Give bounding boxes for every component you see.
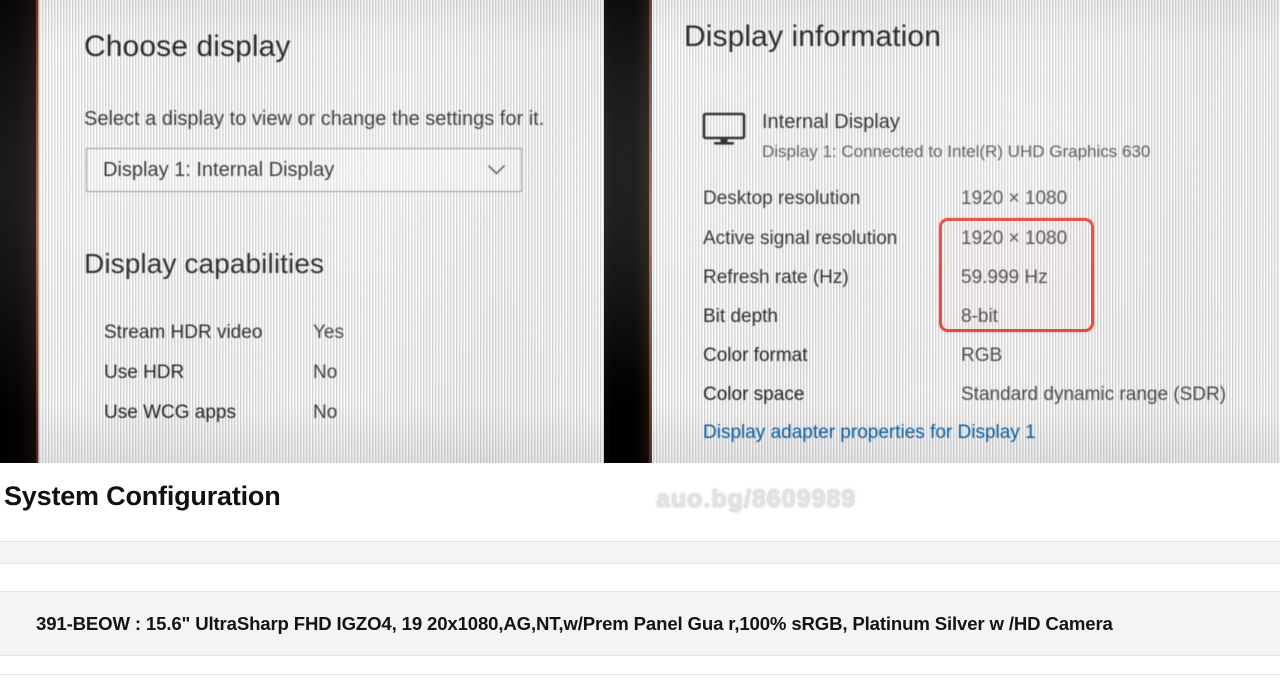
info-label-color-space: Color space	[703, 384, 805, 405]
info-label-refresh-rate: Refresh rate (Hz)	[703, 267, 849, 288]
info-value-color-format: RGB	[961, 345, 1003, 366]
page-title: System Configuration	[4, 481, 281, 511]
capability-value-stream-hdr-video: Yes	[313, 322, 344, 343]
table-row: 391-BEOW : 15.6" UltraSharp FHD IGZO4, 1…	[0, 591, 1280, 656]
capability-value-use-hdr: No	[313, 362, 338, 383]
spec-row-text: 391-BEOW : 15.6" UltraSharp FHD IGZO4, 1…	[36, 612, 1113, 634]
display-capabilities-title: Display capabilities	[84, 248, 325, 279]
capability-label-stream-hdr-video: Stream HDR video	[104, 322, 263, 343]
bezel-left	[0, 0, 38, 463]
system-configuration-section: System Configuration auo.bg/8609989 391-…	[0, 463, 1280, 684]
red-highlight-annotation	[939, 218, 1094, 332]
spec-band-empty	[0, 541, 1280, 564]
choose-display-subtitle: Select a display to view or change the s…	[84, 108, 545, 130]
info-value-color-space: Standard dynamic range (SDR)	[961, 384, 1227, 405]
bezel-edge-glow-left	[36, 0, 39, 463]
info-label-desktop-resolution: Desktop resolution	[703, 188, 861, 209]
chevron-down-icon	[488, 165, 505, 175]
display-adapter-properties-link[interactable]: Display adapter properties for Display 1	[703, 422, 1036, 444]
device-name: Internal Display	[762, 111, 900, 133]
display-select-value: Display 1: Internal Display	[103, 158, 335, 181]
bezel-middle	[604, 0, 652, 463]
monitor-icon	[702, 112, 746, 146]
capability-label-use-wcg-apps: Use WCG apps	[104, 402, 236, 423]
capability-label-use-hdr: Use HDR	[104, 362, 185, 383]
photographed-screen-strip: Choose display Select a display to view …	[0, 0, 1280, 463]
display-select-dropdown[interactable]: Display 1: Internal Display	[86, 148, 522, 192]
watermark: auo.bg/8609989	[656, 485, 857, 513]
info-label-bit-depth: Bit depth	[703, 306, 778, 327]
display-information-title: Display information	[684, 20, 942, 53]
bezel-edge-glow-right	[649, 0, 652, 463]
capability-value-use-wcg-apps: No	[313, 402, 338, 423]
info-label-color-format: Color format	[703, 345, 808, 366]
left-screen-photo	[38, 0, 606, 463]
info-value-desktop-resolution: 1920 × 1080	[961, 188, 1068, 209]
device-connection: Display 1: Connected to Intel(R) UHD Gra…	[762, 142, 1151, 161]
choose-display-title: Choose display	[84, 30, 291, 63]
screenshot-root: Choose display Select a display to view …	[0, 0, 1280, 684]
info-label-active-signal-resolution: Active signal resolution	[703, 228, 898, 249]
bottom-divider	[0, 674, 1280, 675]
